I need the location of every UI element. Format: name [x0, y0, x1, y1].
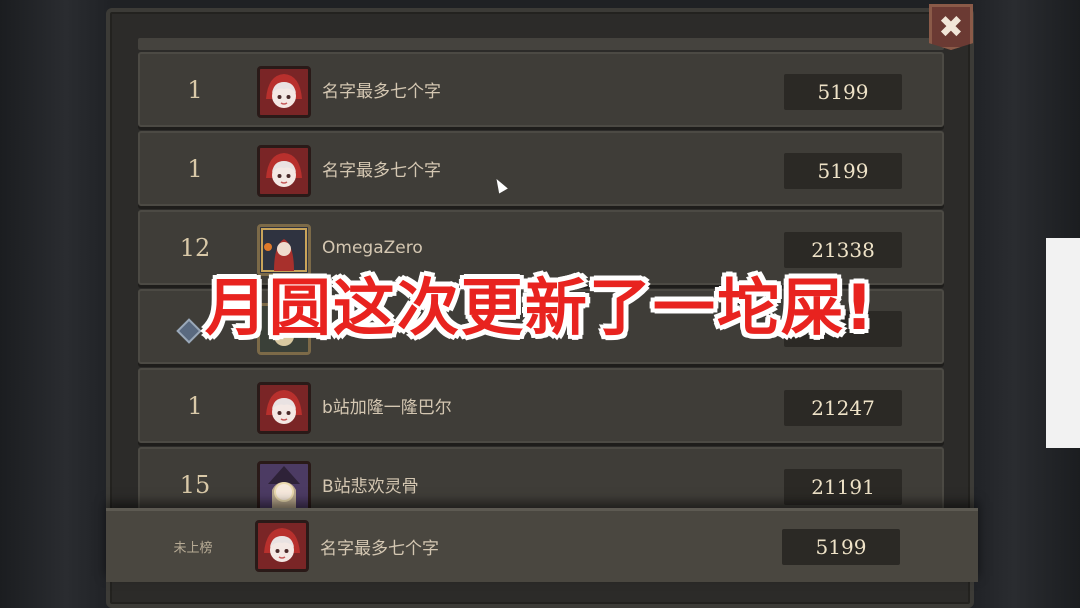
rank-number: 1 — [187, 75, 203, 104]
player-score: 5199 — [784, 153, 902, 189]
witch-avatar-icon[interactable] — [257, 461, 311, 513]
red-hood-avatar-icon[interactable] — [257, 382, 311, 434]
overlay-white-panel — [1046, 238, 1080, 448]
player-name: b站加隆一隆巴尔 — [322, 398, 452, 418]
panel-top-divider — [138, 38, 944, 50]
table-row[interactable]: 1 名字最多七个字 5199 — [138, 52, 944, 127]
self-player-score: 5199 — [782, 529, 900, 565]
table-row[interactable]: 1 b站加隆一隆巴尔 21247 — [138, 368, 944, 443]
rank-number: 1 — [187, 154, 203, 183]
player-name: 名字最多七个字 — [322, 161, 441, 181]
self-rank-status: 未上榜 — [173, 541, 213, 556]
self-rank-row: 未上榜 名字最多七个字 5199 — [106, 508, 978, 582]
overlay-caption: 月圆这次更新了一坨屎! — [204, 271, 876, 344]
player-score: 21191 — [784, 469, 902, 505]
table-row[interactable]: 1 名字最多七个字 5199 — [138, 131, 944, 206]
self-player-name: 名字最多七个字 — [320, 539, 439, 559]
close-icon: ✖ — [938, 9, 964, 45]
red-hood-avatar-icon[interactable] — [257, 66, 311, 118]
player-score: 5199 — [784, 74, 902, 110]
red-hood-avatar-icon[interactable] — [257, 145, 311, 197]
red-hood-avatar-icon[interactable] — [255, 520, 309, 572]
player-name: 名字最多七个字 — [322, 82, 441, 102]
player-score: 21247 — [784, 390, 902, 426]
rank-number: 1 — [187, 391, 203, 420]
close-button[interactable]: ✖ — [929, 4, 973, 50]
background-left — [0, 0, 110, 608]
